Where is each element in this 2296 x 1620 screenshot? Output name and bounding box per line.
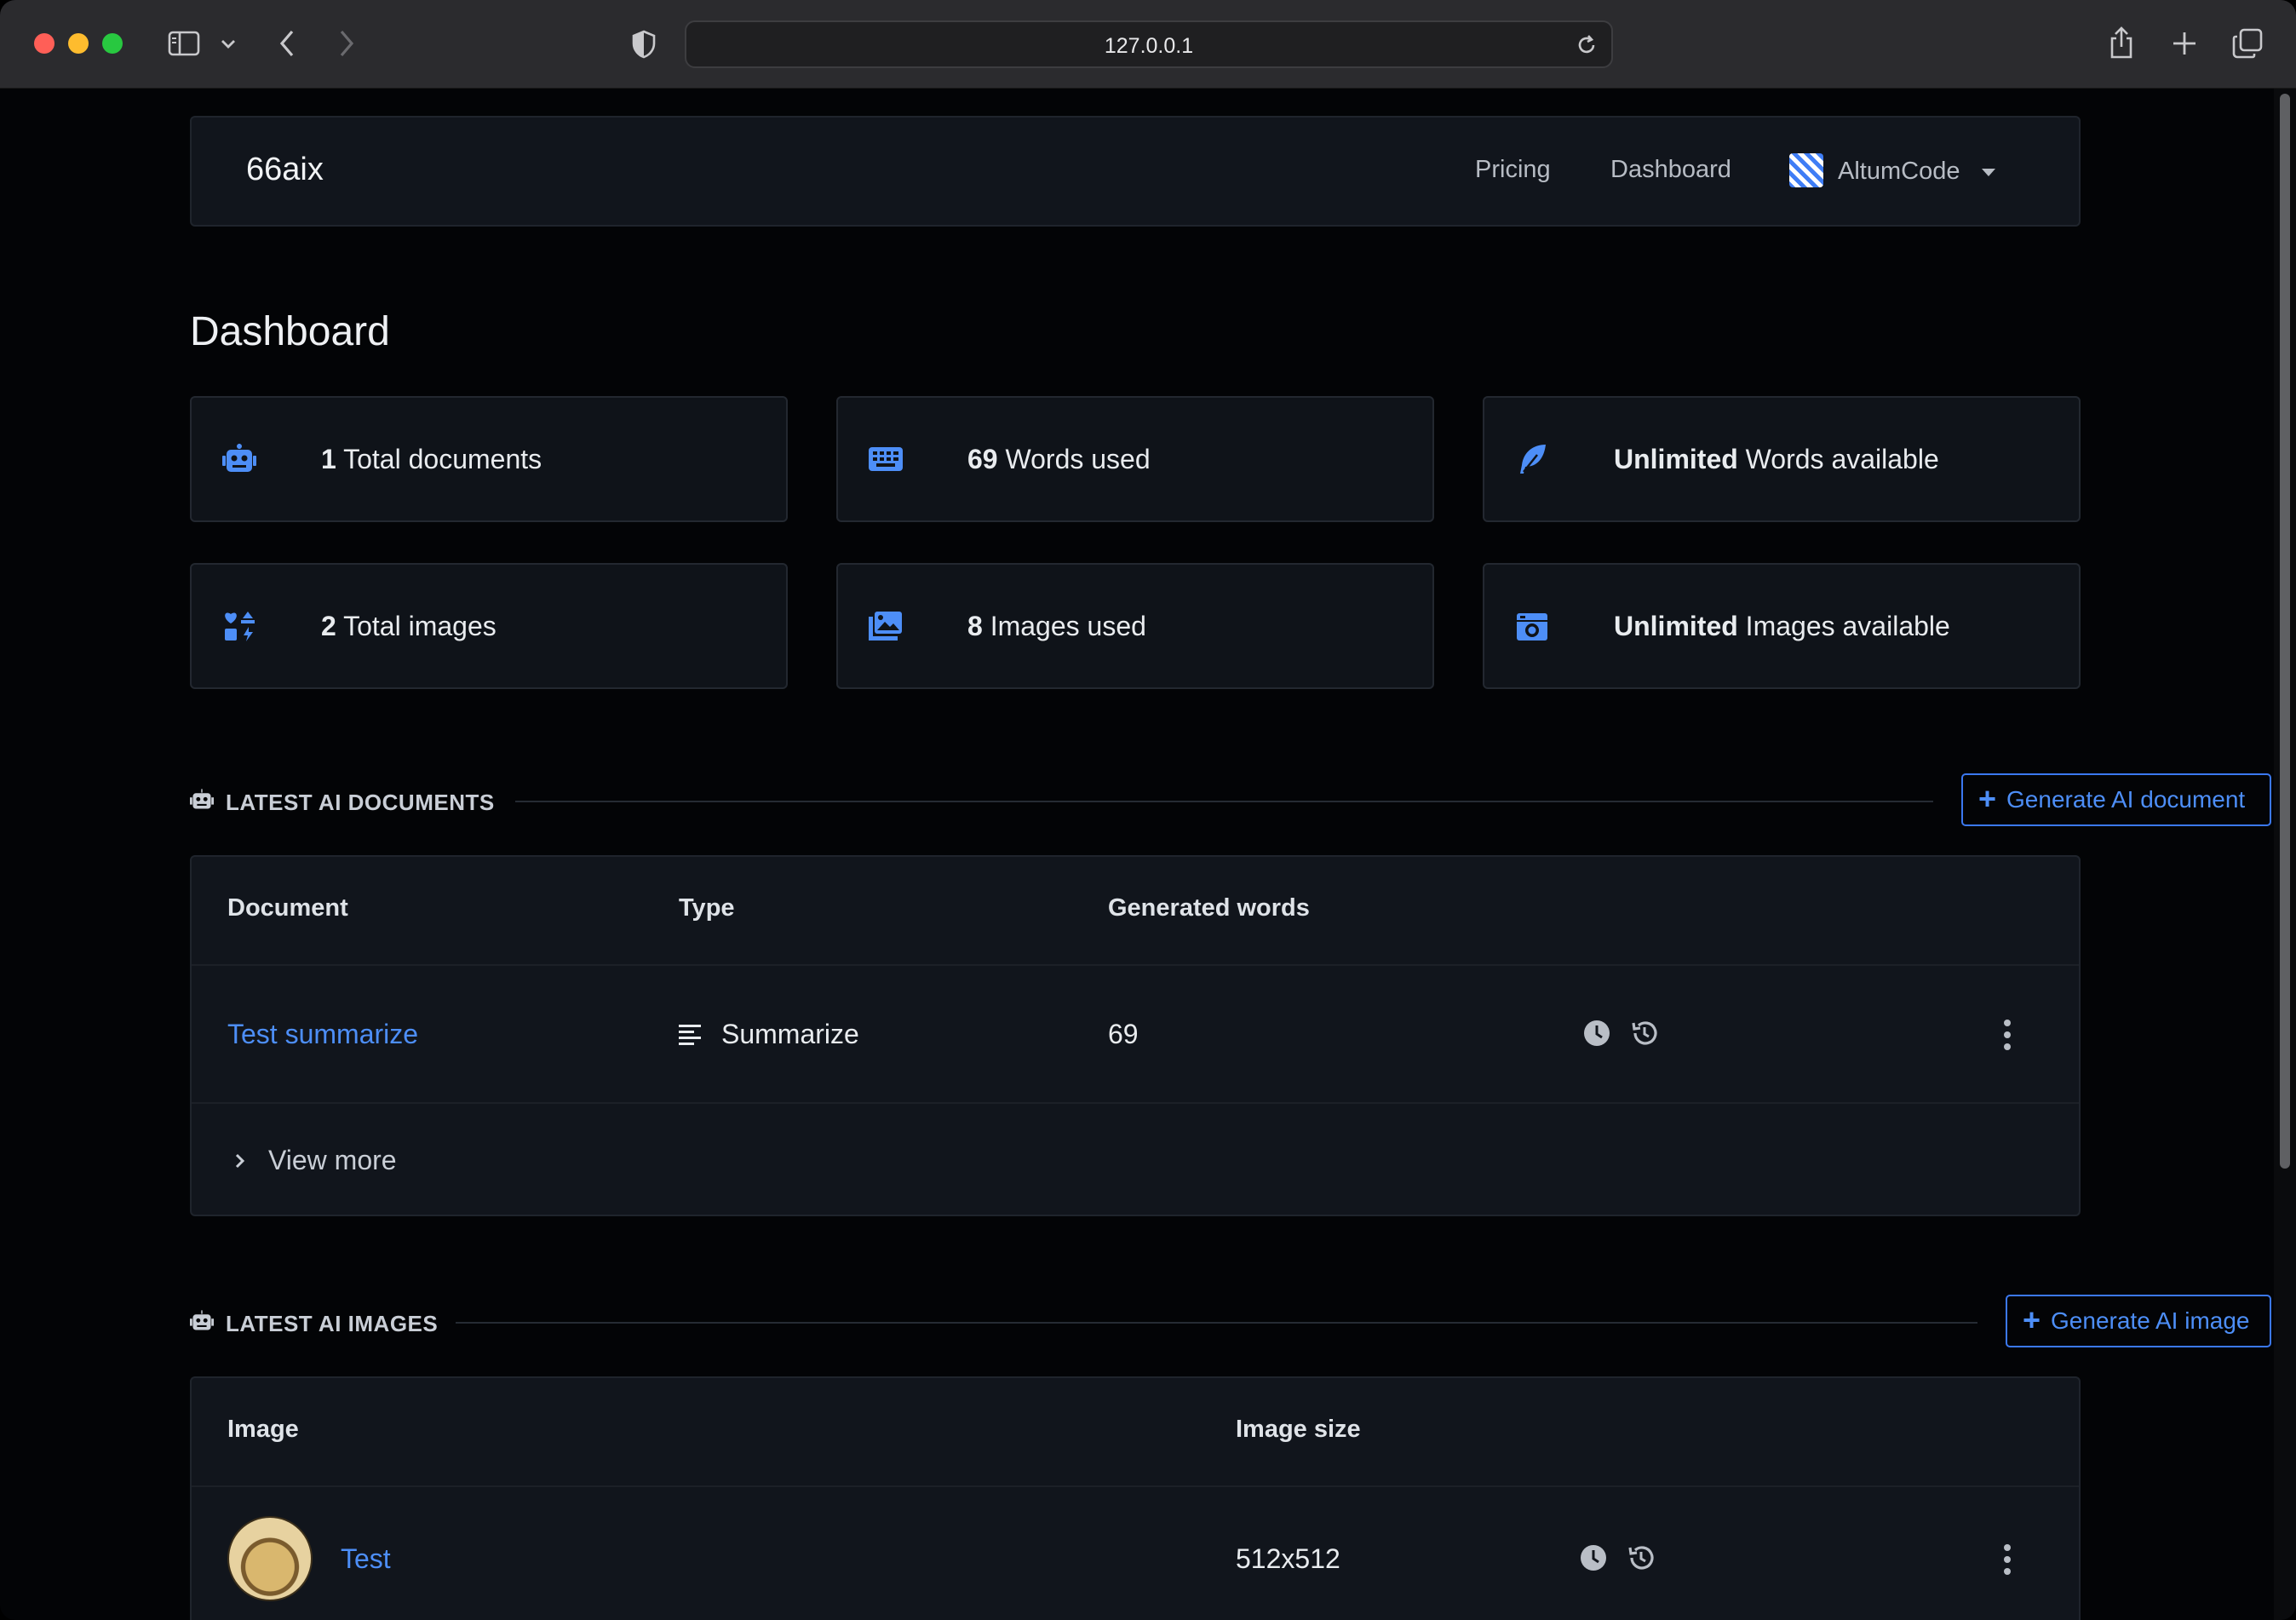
address-text: 127.0.0.1 <box>1104 34 1194 58</box>
keyboard-icon <box>867 442 904 476</box>
robot-icon <box>221 442 258 476</box>
plus-icon: + <box>2023 1302 2041 1337</box>
section-divider <box>515 801 1933 802</box>
close-window-button[interactable] <box>34 33 55 54</box>
image-name-link[interactable]: Test <box>341 1543 391 1575</box>
generate-document-label: Generate AI document <box>2006 786 2246 813</box>
robot-icon <box>190 1310 215 1334</box>
stat-value: 8 <box>967 611 983 641</box>
page-title: Dashboard <box>190 309 390 354</box>
stat-value: Unlimited <box>1614 444 1738 474</box>
minimize-window-button[interactable] <box>68 33 89 54</box>
stat-words-available: Unlimited Words available <box>1483 396 2081 522</box>
icons-grid-icon <box>221 609 258 643</box>
row-divider <box>192 1102 2079 1104</box>
document-name-link[interactable]: Test summarize <box>227 1019 418 1050</box>
camera-retro-icon <box>1513 609 1551 643</box>
row-divider <box>192 1485 2079 1487</box>
privacy-shield-icon[interactable] <box>630 29 657 60</box>
view-more-toggle[interactable]: View more <box>234 1145 397 1176</box>
documents-section-header: LATEST AI DOCUMENTS + Generate AI docume… <box>190 773 2271 828</box>
user-menu-name[interactable]: AltumCode <box>1838 158 1960 186</box>
clock-icon[interactable] <box>1580 1544 1607 1571</box>
images-section-title: LATEST AI IMAGES <box>226 1311 439 1336</box>
site-navbar: 66aix Pricing Dashboard AltumCode <box>190 116 2081 227</box>
documents-section-title: LATEST AI DOCUMENTS <box>226 790 495 815</box>
stat-value: 2 <box>321 611 336 641</box>
row-divider <box>192 964 2079 966</box>
document-words-count: 69 <box>1108 1019 1139 1049</box>
browser-toolbar: 127.0.0.1 <box>0 0 2296 89</box>
caret-down-icon[interactable] <box>1982 169 1995 176</box>
tab-overview-icon[interactable] <box>2231 27 2264 60</box>
user-avatar[interactable] <box>1789 153 1823 187</box>
clock-icon[interactable] <box>1583 1020 1610 1047</box>
view-more-label: View more <box>268 1145 397 1175</box>
column-header-document: Document <box>227 894 348 922</box>
column-header-image-size: Image size <box>1236 1416 1361 1443</box>
history-icon[interactable] <box>1631 1020 1658 1047</box>
column-header-image: Image <box>227 1416 299 1443</box>
stat-value: Unlimited <box>1614 611 1738 641</box>
zoom-window-button[interactable] <box>102 33 123 54</box>
nav-pricing-link[interactable]: Pricing <box>1475 156 1551 184</box>
stat-words-used: 69 Words used <box>836 396 1434 522</box>
document-type-label: Summarize <box>721 1019 859 1049</box>
browser-window: 127.0.0.1 66aix Pricing Dashboard AltumC… <box>0 0 2296 1620</box>
documents-table: Document Type Generated words Test summa… <box>190 855 2081 1216</box>
stat-label: Words available <box>1745 444 1939 474</box>
chevron-right-icon <box>235 1153 245 1168</box>
forward-icon[interactable] <box>334 27 359 60</box>
chevron-down-icon[interactable] <box>218 34 238 55</box>
stat-total-documents: 1 Total documents <box>190 396 788 522</box>
stat-value: 1 <box>321 444 336 474</box>
image-thumbnail[interactable] <box>227 1516 313 1601</box>
images-section-header: LATEST AI IMAGES + Generate AI image <box>190 1295 2271 1349</box>
images-icon <box>867 609 904 643</box>
sidebar-toggle-icon[interactable] <box>167 29 201 58</box>
stat-label: Total images <box>343 611 497 641</box>
stat-label: Images used <box>990 611 1146 641</box>
stat-images-available: Unlimited Images available <box>1483 563 2081 689</box>
document-type-cell: Summarize <box>679 1019 859 1050</box>
feather-icon <box>1513 442 1551 476</box>
share-icon[interactable] <box>2107 26 2136 60</box>
brand-logo[interactable]: 66aix <box>246 152 324 188</box>
column-header-type: Type <box>679 894 735 922</box>
plus-icon: + <box>1978 781 1997 816</box>
generate-ai-document-button[interactable]: + Generate AI document <box>1961 773 2271 826</box>
image-size-value: 512x512 <box>1236 1543 1340 1574</box>
column-header-generated-words: Generated words <box>1108 894 1310 922</box>
scrollbar-thumb[interactable] <box>2280 94 2290 1169</box>
history-icon[interactable] <box>1627 1544 1655 1571</box>
stat-total-images: 2 Total images <box>190 563 788 689</box>
back-icon[interactable] <box>274 27 300 60</box>
section-divider <box>456 1322 1977 1324</box>
nav-dashboard-link[interactable]: Dashboard <box>1610 156 1731 184</box>
stat-value: 69 <box>967 444 998 474</box>
stat-label: Words used <box>1005 444 1151 474</box>
images-table: Image Image size Test 512x512 <box>190 1376 2081 1620</box>
robot-icon <box>190 789 215 813</box>
generate-ai-image-button[interactable]: + Generate AI image <box>2006 1295 2271 1347</box>
image-options-icon[interactable] <box>2002 1544 2012 1575</box>
reload-icon[interactable] <box>1574 32 1599 58</box>
document-options-icon[interactable] <box>2002 1020 2012 1050</box>
address-bar[interactable]: 127.0.0.1 <box>685 20 1613 68</box>
stat-label: Total documents <box>343 444 542 474</box>
generate-image-label: Generate AI image <box>2051 1307 2250 1334</box>
stat-label: Images available <box>1745 611 1950 641</box>
new-tab-icon[interactable] <box>2170 29 2199 58</box>
stat-images-used: 8 Images used <box>836 563 1434 689</box>
align-left-icon <box>679 1024 701 1045</box>
